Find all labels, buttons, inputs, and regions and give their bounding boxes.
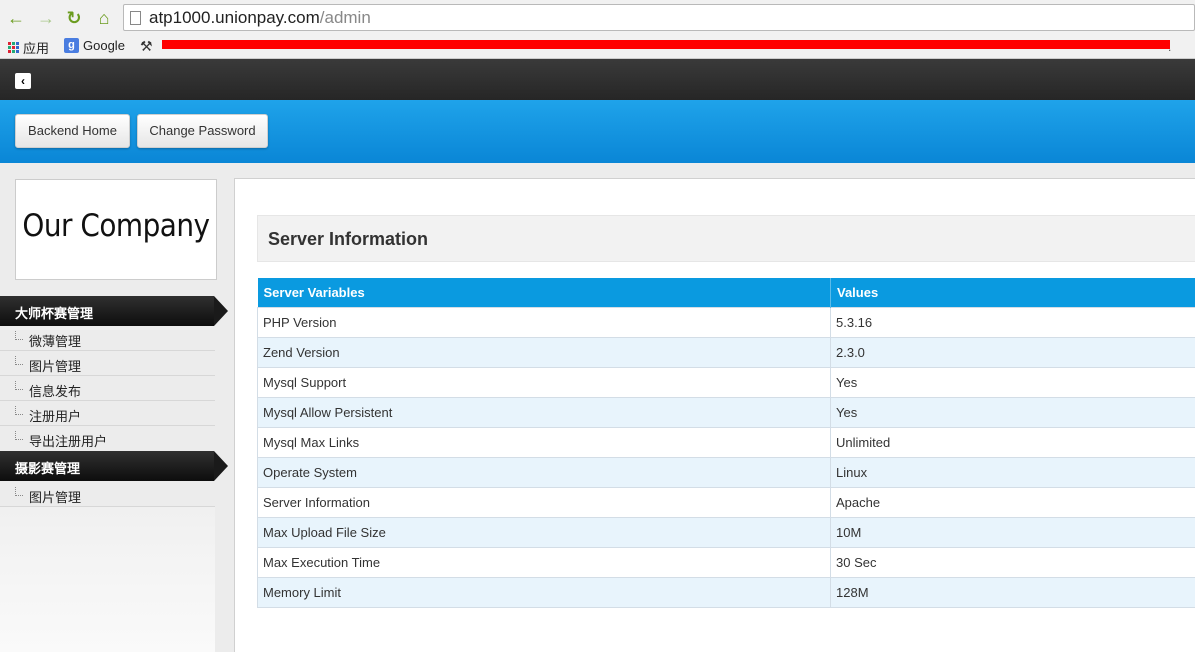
table-row: Mysql Max Links Unlimited bbox=[257, 426, 1195, 458]
table-row: PHP Version 5.3.16 bbox=[257, 306, 1195, 338]
sidebar-item-export-users[interactable]: 导出注册用户 bbox=[0, 426, 215, 451]
reload-icon[interactable]: ↻ bbox=[64, 8, 84, 28]
tree-line-icon bbox=[15, 381, 23, 390]
table-cell: Zend Version bbox=[257, 336, 831, 368]
column-header: Values bbox=[830, 278, 1195, 307]
tree-line-icon bbox=[15, 356, 23, 365]
sidebar-item-label: 微薄管理 bbox=[29, 334, 82, 349]
sidebar-item-label: 导出注册用户 bbox=[29, 434, 108, 449]
table-cell: Unlimited bbox=[830, 426, 1195, 458]
google-icon: g bbox=[64, 38, 79, 53]
bookmark-apps-label: 应用 bbox=[23, 41, 50, 56]
tree-line-icon bbox=[15, 487, 23, 496]
collapse-sidebar-icon[interactable]: ‹ bbox=[15, 73, 31, 89]
table-header-row: Server Variables Values bbox=[257, 278, 1195, 307]
bookmark-apps[interactable]: 应用 bbox=[8, 38, 49, 57]
table-cell: Yes bbox=[830, 396, 1195, 428]
page-title: Server Information bbox=[268, 229, 429, 249]
sidebar-section-photo-contest[interactable]: 摄影赛管理 bbox=[0, 451, 228, 481]
table-row: Server Information Apache bbox=[257, 486, 1195, 518]
forward-arrow-icon[interactable]: → bbox=[36, 8, 56, 28]
bookmark-google-label: Google bbox=[83, 38, 125, 53]
panel-header: Server Information bbox=[257, 215, 1195, 262]
wrench-icon: ⚒ bbox=[140, 38, 153, 54]
sidebar-item-photo-images[interactable]: 图片管理 bbox=[0, 482, 215, 507]
admin-header: Backend Home Change Password bbox=[0, 100, 1195, 163]
tree-line-icon bbox=[15, 331, 23, 340]
bookmarks-overflow[interactable]: . bbox=[1168, 40, 1171, 54]
table-cell: Linux bbox=[830, 456, 1195, 488]
company-logo[interactable]: Our Company bbox=[15, 179, 217, 280]
bookmark-google[interactable]: g Google bbox=[64, 38, 125, 53]
address-bar[interactable]: atp1000.unionpay.com/admin bbox=[123, 4, 1195, 31]
change-password-button[interactable]: Change Password bbox=[137, 114, 268, 148]
redacted-bookmarks bbox=[162, 40, 1170, 49]
bookmark-tool[interactable]: ⚒ bbox=[140, 38, 153, 55]
table-cell: 128M bbox=[830, 576, 1195, 608]
backend-home-button[interactable]: Backend Home bbox=[15, 114, 130, 148]
page-icon bbox=[130, 11, 141, 25]
table-cell: 10M bbox=[830, 516, 1195, 548]
table-cell: Mysql Max Links bbox=[257, 426, 831, 458]
sidebar-item-publish[interactable]: 信息发布 bbox=[0, 376, 215, 401]
server-info-table: Server Variables Values PHP Version 5.3.… bbox=[257, 278, 1195, 608]
table-row: Mysql Allow Persistent Yes bbox=[257, 396, 1195, 428]
table-cell: Server Information bbox=[257, 486, 831, 518]
table-cell: Yes bbox=[830, 366, 1195, 398]
table-row: Memory Limit 128M bbox=[257, 576, 1195, 608]
sidebar-section-title: 摄影赛管理 bbox=[15, 461, 81, 476]
url-text: atp1000.unionpay.com/admin bbox=[149, 8, 371, 28]
back-arrow-icon[interactable]: ← bbox=[6, 8, 26, 28]
apps-grid-icon bbox=[8, 42, 19, 53]
table-cell: 5.3.16 bbox=[830, 306, 1195, 338]
table-cell: 30 Sec bbox=[830, 546, 1195, 578]
browser-toolbar: ← → ↻ ⌂ atp1000.unionpay.com/admin bbox=[0, 0, 1195, 34]
home-icon[interactable]: ⌂ bbox=[94, 8, 114, 28]
sidebar-item-label: 信息发布 bbox=[29, 384, 82, 399]
admin-topbar: ‹ bbox=[0, 59, 1195, 100]
sidebar-section-title: 大师杯赛管理 bbox=[15, 306, 94, 321]
column-header: Server Variables bbox=[257, 278, 831, 307]
table-cell: Mysql Allow Persistent bbox=[257, 396, 831, 428]
sidebar-section-master-cup[interactable]: 大师杯赛管理 bbox=[0, 296, 228, 326]
sidebar-item-images[interactable]: 图片管理 bbox=[0, 351, 215, 376]
table-cell: Max Upload File Size bbox=[257, 516, 831, 548]
sidebar-background bbox=[0, 507, 215, 652]
table-row: Max Upload File Size 10M bbox=[257, 516, 1195, 548]
table-row: Zend Version 2.3.0 bbox=[257, 336, 1195, 368]
url-host: atp1000.unionpay.com bbox=[149, 8, 320, 27]
sidebar-item-label: 图片管理 bbox=[29, 359, 82, 374]
url-path: /admin bbox=[319, 8, 371, 27]
table-row: Max Execution Time 30 Sec bbox=[257, 546, 1195, 578]
logo-text: Our Company bbox=[22, 208, 210, 244]
sidebar-item-weibo[interactable]: 微薄管理 bbox=[0, 326, 215, 351]
table-cell: Mysql Support bbox=[257, 366, 831, 398]
table-row: Mysql Support Yes bbox=[257, 366, 1195, 398]
sidebar-item-label: 注册用户 bbox=[29, 409, 82, 424]
sidebar-item-users[interactable]: 注册用户 bbox=[0, 401, 215, 426]
table-cell: Operate System bbox=[257, 456, 831, 488]
main-content: Server Information Server Variables Valu… bbox=[234, 178, 1195, 652]
sidebar-item-label: 图片管理 bbox=[29, 490, 82, 505]
tree-line-icon bbox=[15, 431, 23, 440]
table-cell: Max Execution Time bbox=[257, 546, 831, 578]
tree-line-icon bbox=[15, 406, 23, 415]
table-row: Operate System Linux bbox=[257, 456, 1195, 488]
table-cell: Memory Limit bbox=[257, 576, 831, 608]
table-cell: Apache bbox=[830, 486, 1195, 518]
table-cell: 2.3.0 bbox=[830, 336, 1195, 368]
table-cell: PHP Version bbox=[257, 306, 831, 338]
